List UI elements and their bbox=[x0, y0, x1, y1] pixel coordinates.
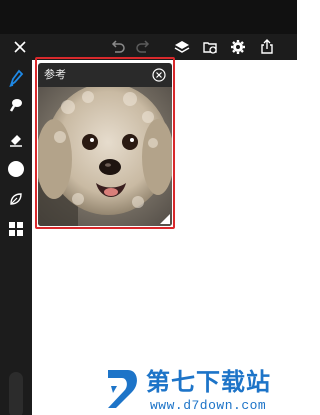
redo-icon[interactable] bbox=[134, 38, 152, 56]
brush-icon[interactable] bbox=[7, 97, 25, 115]
eraser-icon[interactable] bbox=[7, 131, 25, 149]
undo-icon[interactable] bbox=[109, 38, 127, 56]
settings-gear-icon[interactable] bbox=[229, 38, 247, 56]
gallery-grid-icon[interactable] bbox=[7, 220, 25, 238]
close-icon[interactable] bbox=[11, 38, 29, 56]
layers-icon[interactable] bbox=[173, 38, 191, 56]
share-icon[interactable] bbox=[258, 38, 276, 56]
d7-logo-icon bbox=[108, 370, 137, 408]
site-watermark: 第七下载站 www.d7down.com bbox=[102, 364, 297, 415]
watermark-url: www.d7down.com bbox=[150, 398, 267, 413]
reference-dog-photo bbox=[38, 87, 172, 226]
watermark-title: 第七下载站 bbox=[146, 368, 271, 396]
pen-tool-icon[interactable] bbox=[7, 69, 25, 87]
smudge-leaf-icon[interactable] bbox=[7, 190, 25, 208]
reference-panel-title: 参考 bbox=[44, 69, 66, 81]
tool-sidebar bbox=[0, 60, 32, 415]
reference-panel[interactable]: 参考 bbox=[38, 63, 172, 226]
close-circle-icon[interactable] bbox=[152, 68, 166, 82]
brush-size-slider[interactable] bbox=[9, 372, 23, 415]
color-swatch-icon[interactable] bbox=[7, 160, 25, 178]
import-image-icon[interactable] bbox=[201, 38, 219, 56]
status-bar bbox=[0, 0, 297, 34]
resize-handle-icon[interactable] bbox=[160, 214, 170, 224]
